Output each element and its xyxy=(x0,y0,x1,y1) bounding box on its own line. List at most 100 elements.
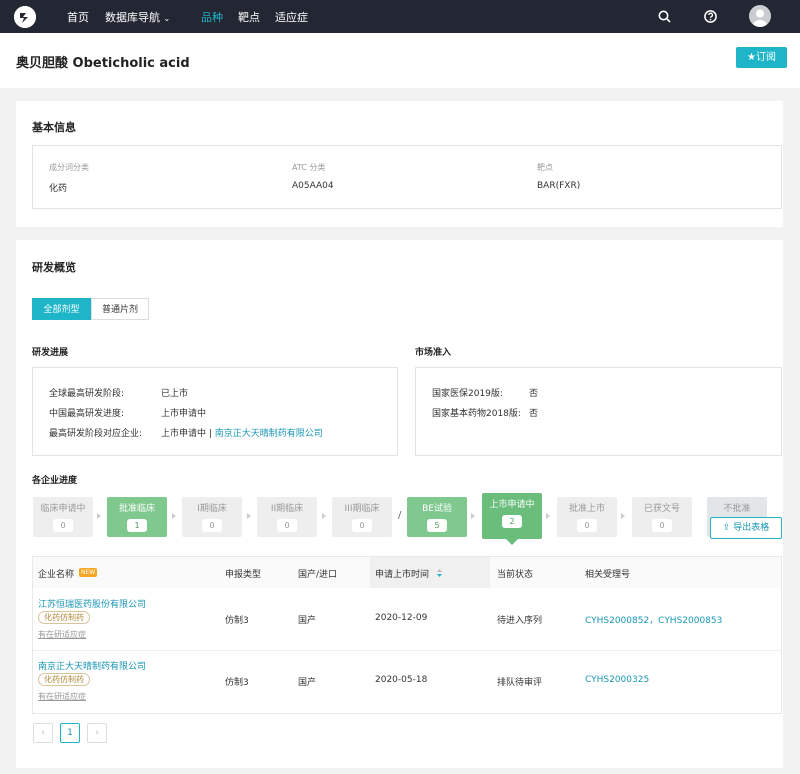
col-date[interactable]: 申请上市时间 xyxy=(375,567,429,580)
stage-label: 上市申请中 xyxy=(489,500,535,510)
field-label: ATC 分类 xyxy=(292,163,326,172)
tab-tablets[interactable]: 普通片剂 xyxy=(91,298,149,320)
export-label: 导出表格 xyxy=(733,523,770,533)
row-type: 仿制3 xyxy=(225,678,249,688)
row-type: 仿制3 xyxy=(225,616,249,626)
progress-heading: 研发进展 xyxy=(32,348,69,358)
stage-label: III期临床 xyxy=(344,504,380,514)
row-date: 2020-05-18 xyxy=(375,675,428,685)
company-link[interactable]: 南京正大天晴制药有限公司 xyxy=(215,429,323,439)
row-status: 待进入序列 xyxy=(497,616,543,626)
progress-value: 上市申请中 xyxy=(161,409,207,419)
top-nav: 首页 数据库导航 ⌄ 品种 靶点 适应症 xyxy=(0,0,800,33)
stage-label: 批准临床 xyxy=(118,504,155,514)
stage-approved-clinical[interactable]: 批准临床 1 xyxy=(107,497,167,537)
stage-listing-apply[interactable]: 上市申请中 2 xyxy=(482,493,542,539)
market-value: 否 xyxy=(529,389,539,399)
field-label: 成分词分类 xyxy=(49,163,89,172)
row-company-link[interactable]: 南京正大天晴制药有限公司 xyxy=(38,659,146,672)
nav-database[interactable]: 数据库导航 ⌄ xyxy=(105,9,170,25)
new-badge: NEW xyxy=(79,568,98,577)
stage-label: 不批准 xyxy=(723,504,751,514)
stage-approval-number[interactable]: 已获文号 0 xyxy=(632,497,692,537)
stage-be-trial[interactable]: BE试验 5 xyxy=(407,497,467,537)
stage-separator: / xyxy=(398,510,402,521)
row-date: 2020-12-09 xyxy=(375,613,428,623)
market-label: 国家基本药物2018版: xyxy=(432,409,521,419)
col-numbers: 相关受理号 xyxy=(585,570,631,580)
chevron-down-icon: ⌄ xyxy=(163,14,171,23)
stage-label: II期临床 xyxy=(270,504,304,514)
next-page-button[interactable]: › xyxy=(87,723,107,743)
page-title: 奥贝胆酸 Obeticholic acid xyxy=(16,56,190,71)
stage-count: 0 xyxy=(277,519,297,532)
stage-count: 5 xyxy=(427,519,447,532)
market-value: 否 xyxy=(529,409,539,419)
nav-indication[interactable]: 适应症 xyxy=(275,9,308,25)
col-company: 企业名称 xyxy=(38,570,75,580)
field-value: A05AA04 xyxy=(292,181,334,191)
stage-label: 批准上市 xyxy=(568,504,605,514)
col-type: 申报类型 xyxy=(225,570,262,580)
search-icon[interactable] xyxy=(657,9,672,24)
subscribe-button[interactable]: ★订阅 xyxy=(736,47,787,68)
stage-phase1[interactable]: I期临床 0 xyxy=(182,497,242,537)
nav-home[interactable]: 首页 xyxy=(67,9,89,25)
row-accept-numbers[interactable]: CYHS2000325 xyxy=(585,675,649,685)
stage-label: 已获文号 xyxy=(643,504,680,514)
page-1-button[interactable]: 1 xyxy=(60,723,80,743)
chevron-right-icon xyxy=(621,513,625,519)
indication-link[interactable]: 有在研适应症 xyxy=(38,629,86,640)
avatar[interactable] xyxy=(749,5,771,27)
sort-icon[interactable] xyxy=(436,568,443,578)
col-status: 当前状态 xyxy=(497,570,534,580)
selected-pointer xyxy=(506,539,518,545)
nav-variety[interactable]: 品种 xyxy=(201,9,223,25)
progress-label: 全球最高研发阶段: xyxy=(49,389,125,399)
row-status: 排队待审评 xyxy=(497,678,543,688)
row-origin: 国产 xyxy=(298,616,317,626)
stage-clinical-apply[interactable]: 临床申请中 0 xyxy=(33,497,93,537)
chevron-right-icon xyxy=(97,513,101,519)
chevron-right-icon xyxy=(322,513,326,519)
upload-icon: ⇪ xyxy=(722,523,731,533)
chevron-right-icon xyxy=(546,513,550,519)
stage-count: 0 xyxy=(577,519,597,532)
stage-label: 临床申请中 xyxy=(40,504,86,514)
progress-label: 最高研发阶段对应企业: xyxy=(49,429,143,439)
progress-value-text: 上市申请中 | xyxy=(161,429,215,439)
row-company-link[interactable]: 江苏恒瑞医药股份有限公司 xyxy=(38,597,146,610)
help-icon[interactable] xyxy=(703,9,718,24)
stage-phase2[interactable]: II期临床 0 xyxy=(257,497,317,537)
stage-label: I期临床 xyxy=(197,504,227,514)
row-origin: 国产 xyxy=(298,678,317,688)
stage-count: 1 xyxy=(127,519,147,532)
market-heading: 市场准入 xyxy=(415,348,452,358)
drug-type-tag: 化药仿制药 xyxy=(38,673,90,686)
stage-count: 0 xyxy=(53,519,73,532)
row-divider xyxy=(33,650,781,651)
export-table-button[interactable]: ⇪ 导出表格 xyxy=(710,517,782,539)
stage-approved-listing[interactable]: 批准上市 0 xyxy=(557,497,617,537)
stage-count: 0 xyxy=(202,519,222,532)
chevron-right-icon xyxy=(247,513,251,519)
company-progress-heading: 各企业进度 xyxy=(32,476,78,486)
stage-count: 0 xyxy=(652,519,672,532)
field-value: BAR(FXR) xyxy=(537,181,581,191)
chevron-right-icon xyxy=(172,513,176,519)
stage-count: 2 xyxy=(502,515,522,528)
drug-type-tag: 化药仿制药 xyxy=(38,611,90,624)
stage-phase3[interactable]: III期临床 0 xyxy=(332,497,392,537)
basic-info-box xyxy=(32,145,782,209)
nav-target[interactable]: 靶点 xyxy=(238,9,260,25)
nav-database-label: 数据库导航 xyxy=(105,11,160,24)
indication-link[interactable]: 有在研适应症 xyxy=(38,691,86,702)
row-accept-numbers[interactable]: CYHS2000852，CYHS2000853 xyxy=(585,613,722,626)
progress-value: 上市申请中 | 南京正大天晴制药有限公司 xyxy=(161,426,323,439)
tab-all-forms[interactable]: 全部剂型 xyxy=(32,298,91,320)
basic-info-heading: 基本信息 xyxy=(32,121,76,134)
prev-page-button[interactable]: ‹ xyxy=(33,723,53,743)
market-label: 国家医保2019版: xyxy=(432,389,503,399)
col-origin: 国产/进口 xyxy=(298,570,338,580)
logo-icon[interactable] xyxy=(14,6,36,28)
